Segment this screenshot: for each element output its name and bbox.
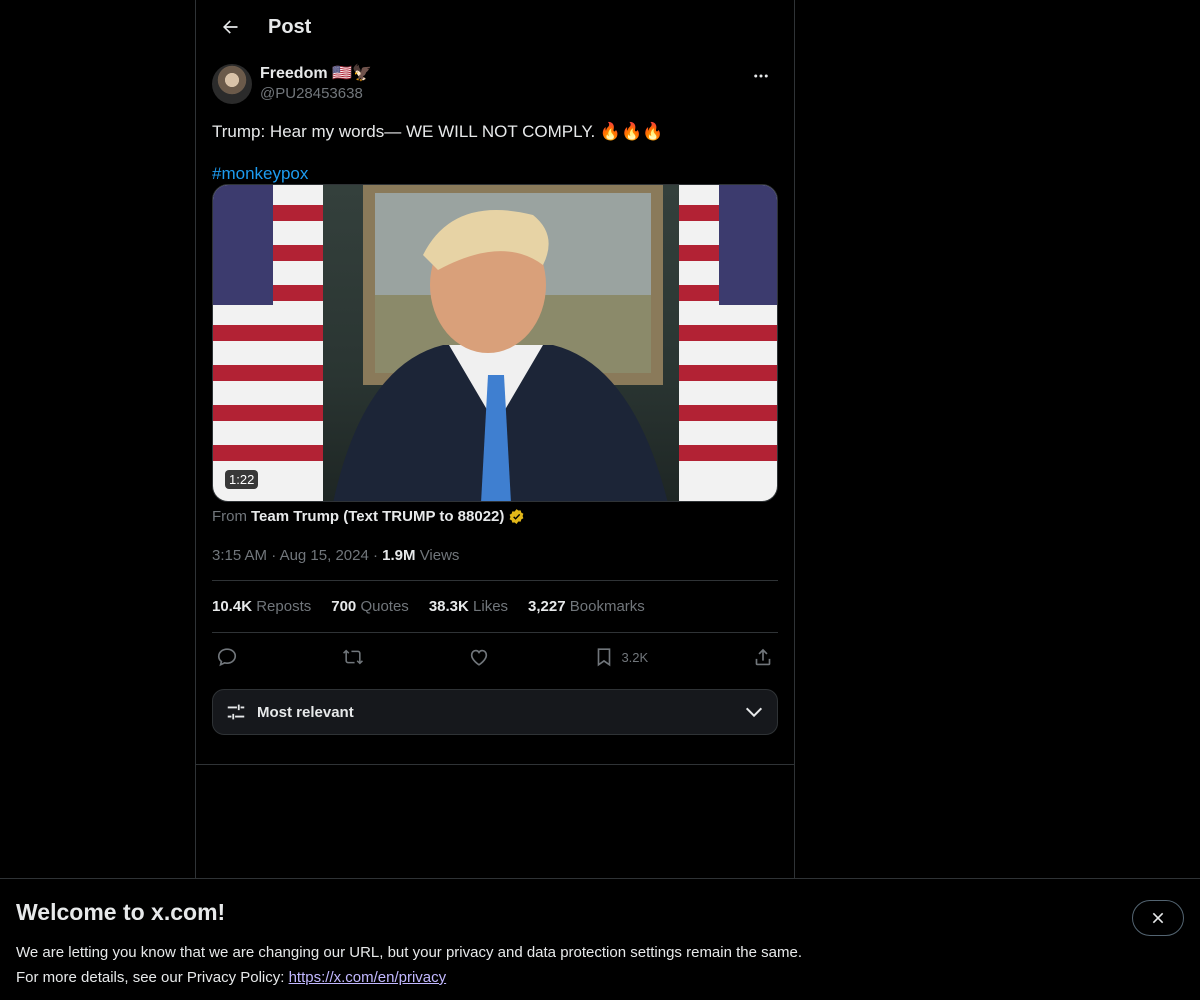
separator-dot: · [271, 547, 280, 564]
stats-row: 10.4K Reposts 700 Quotes 38.3K Likes 3,2… [212, 581, 778, 633]
views-count: 1.9M [382, 547, 416, 564]
sort-label: Most relevant [257, 703, 354, 721]
like-button[interactable] [468, 646, 490, 668]
video-duration: 1:22 [225, 470, 259, 489]
from-prefix: From [212, 508, 247, 525]
separator-dot: · [372, 547, 383, 564]
banner-line-2: For more details, see our Privacy Policy… [16, 965, 1184, 990]
sort-dropdown[interactable]: Most relevant [212, 689, 778, 735]
chevron-down-icon [745, 707, 763, 718]
post: Freedom 🇺🇸🦅 @PU28453638 Trump: Hear my w… [196, 64, 794, 735]
arrow-left-icon [223, 20, 238, 34]
bookmarks-count: 3,227 [528, 598, 566, 615]
back-button[interactable] [212, 9, 248, 45]
likes-label: Likes [473, 598, 509, 615]
post-date[interactable]: Aug 15, 2024 [280, 547, 369, 564]
from-row: From Team Trump (Text TRUMP to 88022) [212, 508, 778, 525]
sliders-icon [227, 704, 245, 720]
repost-icon [342, 649, 363, 665]
author-row: Freedom 🇺🇸🦅 @PU28453638 [212, 64, 778, 108]
bookmark-icon [598, 648, 611, 667]
reply-button[interactable] [216, 646, 238, 668]
page-title: Post [268, 15, 312, 38]
header: Post [196, 0, 794, 54]
reply-icon [217, 648, 237, 667]
verified-badge-icon [510, 509, 524, 524]
quotes-count: 700 [331, 598, 357, 615]
author-meta: Freedom 🇺🇸🦅 @PU28453638 [260, 64, 372, 104]
video-player[interactable]: 1:22 [212, 184, 778, 502]
views-label: Views [419, 547, 460, 564]
bookmarks-label: Bookmarks [569, 598, 645, 615]
bookmark-button[interactable]: 3.2K [593, 646, 648, 668]
from-source-link[interactable]: Team Trump (Text TRUMP to 88022) [251, 508, 504, 525]
author-handle[interactable]: @PU28453638 [260, 84, 372, 104]
hashtag-link[interactable]: #monkeypox [212, 164, 308, 184]
bookmarks-stat[interactable]: 3,227 Bookmarks [528, 598, 645, 615]
share-icon [755, 648, 771, 666]
main-column: Post Freedom 🇺🇸🦅 @PU28453638 Trump: Hear… [195, 0, 795, 878]
banner-close-button[interactable] [1132, 900, 1184, 936]
post-meta: 3:15 AM · Aug 15, 2024 · 1.9M Views [212, 547, 778, 581]
post-text: Trump: Hear my words— WE WILL NOT COMPLY… [212, 122, 664, 141]
welcome-banner: Welcome to x.com! We are letting you kno… [0, 878, 1200, 1000]
quotes-stat[interactable]: 700 Quotes [331, 598, 409, 615]
bookmark-count: 3.2K [621, 649, 649, 665]
banner-line-1: We are letting you know that we are chan… [16, 944, 802, 961]
author-name[interactable]: Freedom 🇺🇸🦅 [260, 64, 372, 84]
repost-button[interactable] [342, 646, 364, 668]
video-thumbnail [213, 185, 777, 501]
banner-text: We are letting you know that we are chan… [16, 940, 1184, 990]
reposts-stat[interactable]: 10.4K Reposts [212, 598, 311, 615]
heart-icon [470, 649, 487, 666]
flag-left [213, 185, 323, 501]
share-button[interactable] [752, 646, 774, 668]
flag-right [679, 185, 777, 501]
column-divider [196, 764, 794, 765]
close-icon [1152, 912, 1164, 924]
more-horizontal-icon [754, 74, 768, 78]
reposts-count: 10.4K [212, 598, 253, 615]
banner-line-2-prefix: For more details, see our Privacy Policy… [16, 969, 289, 986]
more-options-button[interactable] [744, 64, 778, 88]
quotes-label: Quotes [360, 598, 409, 615]
likes-stat[interactable]: 38.3K Likes [429, 598, 508, 615]
post-time[interactable]: 3:15 AM [212, 547, 267, 564]
actions-row: 3.2K [212, 633, 778, 681]
privacy-policy-link[interactable]: https://x.com/en/privacy [289, 969, 447, 986]
reposts-label: Reposts [256, 598, 312, 615]
banner-title: Welcome to x.com! [16, 899, 226, 925]
likes-count: 38.3K [428, 598, 469, 615]
avatar[interactable] [212, 64, 252, 104]
